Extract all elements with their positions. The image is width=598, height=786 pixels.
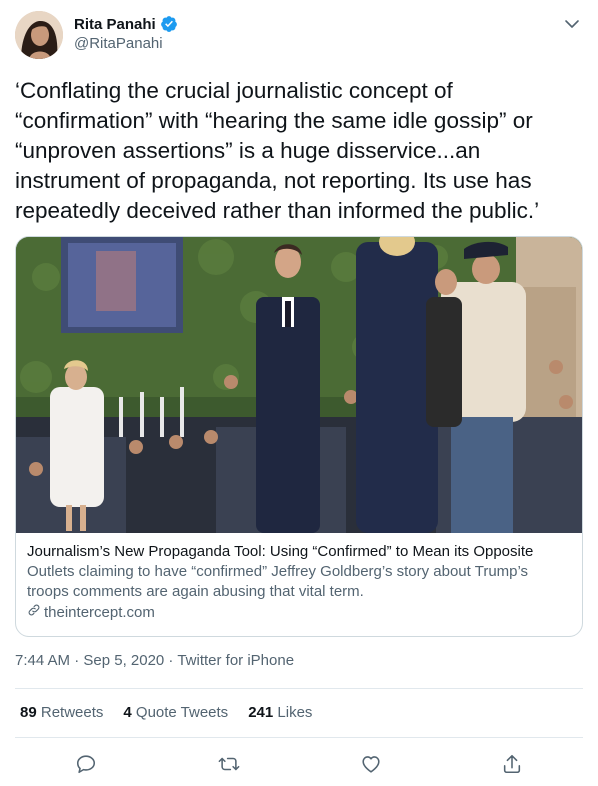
tweet-header: Rita Panahi @RitaPanahi	[15, 11, 585, 61]
user-names: Rita Panahi @RitaPanahi	[74, 15, 178, 52]
link-card[interactable]: Journalism’s New Propaganda Tool: Using …	[15, 236, 583, 637]
likes-count: 241	[248, 704, 274, 721]
divider	[15, 688, 583, 689]
card-title[interactable]: Journalism’s New Propaganda Tool: Using …	[27, 542, 572, 562]
chevron-down-icon[interactable]	[561, 13, 583, 35]
verified-badge-icon	[160, 15, 178, 33]
card-image[interactable]	[16, 237, 582, 533]
quote-tweets-label: Quote Tweets	[135, 704, 229, 721]
tweet-text: ‘Conflating the crucial journalistic con…	[15, 78, 540, 223]
card-description: Outlets claiming to have “confirmed” Jef…	[27, 563, 529, 600]
retweet-icon[interactable]	[215, 750, 243, 778]
reply-icon[interactable]	[72, 750, 100, 778]
link-icon	[27, 603, 41, 623]
avatar[interactable]	[15, 11, 63, 59]
retweets-count: 89	[20, 704, 37, 721]
card-domain-label: theintercept.com	[44, 604, 155, 621]
quote-tweets-stat[interactable]: 4 Quote Tweets	[123, 704, 228, 721]
display-name[interactable]: Rita Panahi	[74, 16, 156, 33]
likes-stat[interactable]: 241 Likes	[248, 704, 312, 721]
divider	[15, 737, 583, 738]
tweet-actions	[0, 750, 598, 778]
likes-label: Likes	[277, 704, 313, 721]
tweet-stats: 89 Retweets 4 Quote Tweets 241 Likes	[20, 704, 312, 721]
card-domain[interactable]: theintercept.com	[27, 603, 572, 623]
share-icon[interactable]	[498, 750, 526, 778]
retweets-stat[interactable]: 89 Retweets	[20, 704, 103, 721]
card-meta: Journalism’s New Propaganda Tool: Using …	[27, 542, 572, 623]
quote-tweets-count: 4	[123, 704, 132, 721]
tweet-timestamp[interactable]: 7:44 AM · Sep 5, 2020 · Twitter for iPho…	[15, 652, 294, 669]
like-icon[interactable]	[357, 750, 385, 778]
retweets-label: Retweets	[40, 704, 104, 721]
user-handle[interactable]: @RitaPanahi	[74, 35, 178, 52]
